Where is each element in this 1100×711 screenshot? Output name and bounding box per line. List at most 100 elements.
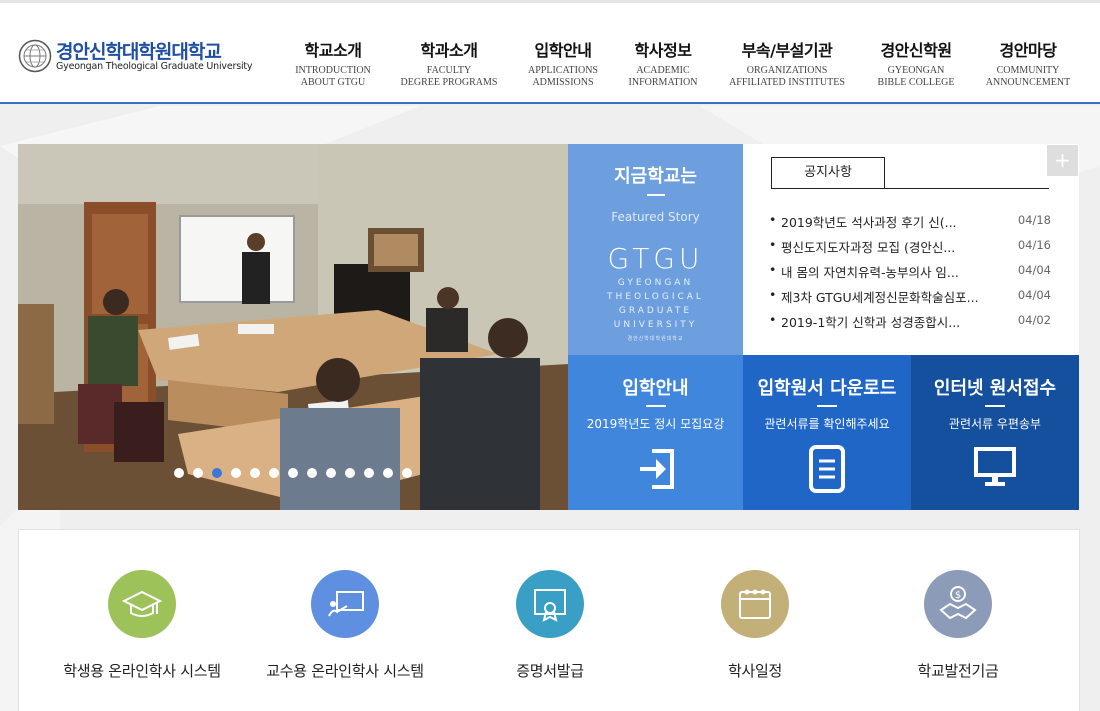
notice-date: 04/02 [1017,313,1051,327]
featured-subtitle: Featured Story [611,210,700,224]
nav-label-en: ACADEMIC [636,65,690,76]
nav-label-en: ADMISSIONS [532,77,594,88]
quick-menu-label: 학생용 온라인학사 시스템 [63,662,221,680]
nav-item-organizations[interactable]: 부속/부설기관 ORGANIZATIONS AFFILIATED INSTITU… [724,37,850,89]
nav-item-bible-college[interactable]: 경안신학원 GYEONGAN BIBLE COLLEGE [868,37,964,89]
nav-label-en: FACULTY [426,65,472,76]
nav-label-ko: 학사정보 [634,41,692,60]
slider-dot[interactable] [174,468,184,478]
slider-dot[interactable] [364,468,374,478]
development-fund-link[interactable]: $ 학교발전기금 [858,570,1058,681]
document-icon [809,445,845,493]
nav-label-en: ABOUT GTGU [300,77,366,88]
nav-item-introduction[interactable]: 학교소개 INTRODUCTION ABOUT GTGU [290,37,376,89]
certificate-issuance-link[interactable]: 증명서발급 [450,570,650,681]
nav-label-en: DEGREE PROGRAMS [400,77,498,88]
slider-dot[interactable] [250,468,260,478]
slider-dot[interactable] [193,468,203,478]
admissions-guide-box[interactable]: 입학안내 2019학년도 정시 모집요강 [568,355,743,510]
teacher-board-icon [311,570,379,638]
slider-dot[interactable] [383,468,393,478]
quick-menu-label: 학교발전기금 [917,662,999,680]
gtgu-logo-line: UNIVERSITY [613,320,698,330]
nav-item-faculty[interactable]: 학과소개 FACULTY DEGREE PROGRAMS [396,37,502,89]
handshake-dollar-icon: $ [924,570,992,638]
notice-item[interactable]: • 제3차 GTGU세계정신문화학술심포... 04/04 [769,287,1051,312]
slider-pagination [174,468,412,480]
login-arrow-icon [639,449,674,489]
bullet-icon: • [769,212,777,227]
online-application-box[interactable]: 인터넷 원서접수 관련서류 우편송부 [911,355,1079,510]
academic-calendar-link[interactable]: 학사일정 [655,570,855,681]
featured-title: 지금학교는 [614,166,697,187]
nav-label-en: ANNOUNCEMENT [985,77,1071,88]
notice-title: 2019-1학기 신학과 성경종합시... [781,315,961,330]
notice-item[interactable]: • 2019학년도 석사과정 후기 신(... 04/18 [769,212,1051,237]
main-visual-slider[interactable] [18,144,569,510]
gtgu-logo-text: GTGU [607,242,704,275]
notice-item[interactable]: • 평신도지도자과정 모집 (경안신... 04/16 [769,237,1051,262]
bullet-icon: • [769,262,777,277]
slider-dot[interactable] [212,468,222,478]
faculty-academic-system-link[interactable]: 교수용 온라인학사 시스템 [245,570,445,681]
title-divider [647,194,665,196]
slider-dot[interactable] [307,468,317,478]
nav-label-en: INTRODUCTION [295,65,371,76]
notice-date: 04/04 [1017,288,1051,302]
nav-label-ko: 경안신학원 [880,41,952,60]
gtgu-logo-line: GRADUATE [618,306,693,316]
notice-more-button[interactable]: + [1047,145,1078,176]
notice-list: • 2019학년도 석사과정 후기 신(... 04/18 • 평신도지도자과정… [769,212,1051,337]
nav-label-en: BIBLE COLLEGE [877,77,955,88]
svg-text:$: $ [955,590,961,601]
nav-item-admissions[interactable]: 입학안내 APPLICATIONS ADMISSIONS [522,37,604,89]
notice-title: 내 몸의 자연치유력-농부의사 임... [781,265,959,280]
slider-dot[interactable] [231,468,241,478]
application-download-box[interactable]: 입학원서 다운로드 관련서류를 확인해주세요 [743,355,911,510]
nav-label-en: INFORMATION [628,77,698,88]
nav-label-en: ORGANIZATIONS [746,65,828,76]
notice-tab[interactable]: 공지사항 [771,157,885,189]
notice-title: 2019학년도 석사과정 후기 신(... [781,215,957,230]
nav-label-en: AFFILIATED INSTITUTES [729,77,845,88]
featured-story-box[interactable]: 지금학교는 Featured Story GTGU GYEONGAN THEOL… [568,144,743,355]
nav-item-academic[interactable]: 학사정보 ACADEMIC INFORMATION [622,37,704,89]
notice-title: 제3차 GTGU세계정신문화학술심포... [781,290,979,305]
student-academic-system-link[interactable]: 학생용 온라인학사 시스템 [42,570,242,681]
quick-menu-label: 증명서발급 [516,662,584,680]
gtgu-logo-line: THEOLOGICAL [607,292,704,302]
nav-label-ko: 학교소개 [304,41,362,60]
certificate-icon [516,570,584,638]
nav-label-ko: 부속/부설기관 [741,41,833,60]
nav-label-en: GYEONGAN [887,65,945,76]
slider-dot[interactable] [288,468,298,478]
nav-label-en: COMMUNITY [996,65,1060,76]
classroom-photo [18,144,569,510]
nav-label-ko: 학과소개 [420,41,478,60]
box-subtitle: 관련서류 우편송부 [948,417,1042,431]
main-navigation: 학교소개 INTRODUCTION ABOUT GTGU 학과소개 FACULT… [0,37,1100,97]
notice-date: 04/04 [1017,263,1051,277]
calendar-icon [721,570,789,638]
gtgu-logo-lines: GYEONGAN THEOLOGICAL GRADUATE UNIVERSITY [568,276,743,332]
notice-divider [771,188,1049,189]
slider-dot[interactable] [269,468,279,478]
box-subtitle: 2019학년도 정시 모집요강 [586,417,725,431]
notice-date: 04/16 [1017,238,1051,252]
quick-menu-panel: 학생용 온라인학사 시스템 교수용 온라인학사 시스템 증명서발급 학사일정 $… [18,529,1080,711]
nav-label-ko: 경안마당 [999,41,1057,60]
title-divider [985,405,1005,407]
bullet-icon: • [769,312,777,327]
slider-dot[interactable] [326,468,336,478]
nav-item-community[interactable]: 경안마당 COMMUNITY ANNOUNCEMENT [980,37,1076,89]
gtgu-logo-caption: 경안신학대학원대학교 [627,336,684,342]
box-title: 입학안내 [622,378,689,399]
slider-dot[interactable] [402,468,412,478]
box-title: 인터넷 원서접수 [933,378,1057,399]
notice-item[interactable]: • 2019-1학기 신학과 성경종합시... 04/02 [769,312,1051,337]
slider-dot[interactable] [345,468,355,478]
quick-menu-label: 교수용 온라인학사 시스템 [266,662,424,680]
notice-title: 평신도지도자과정 모집 (경안신... [781,240,956,255]
nav-label-ko: 입학안내 [534,41,592,60]
notice-item[interactable]: • 내 몸의 자연치유력-농부의사 임... 04/04 [769,262,1051,287]
